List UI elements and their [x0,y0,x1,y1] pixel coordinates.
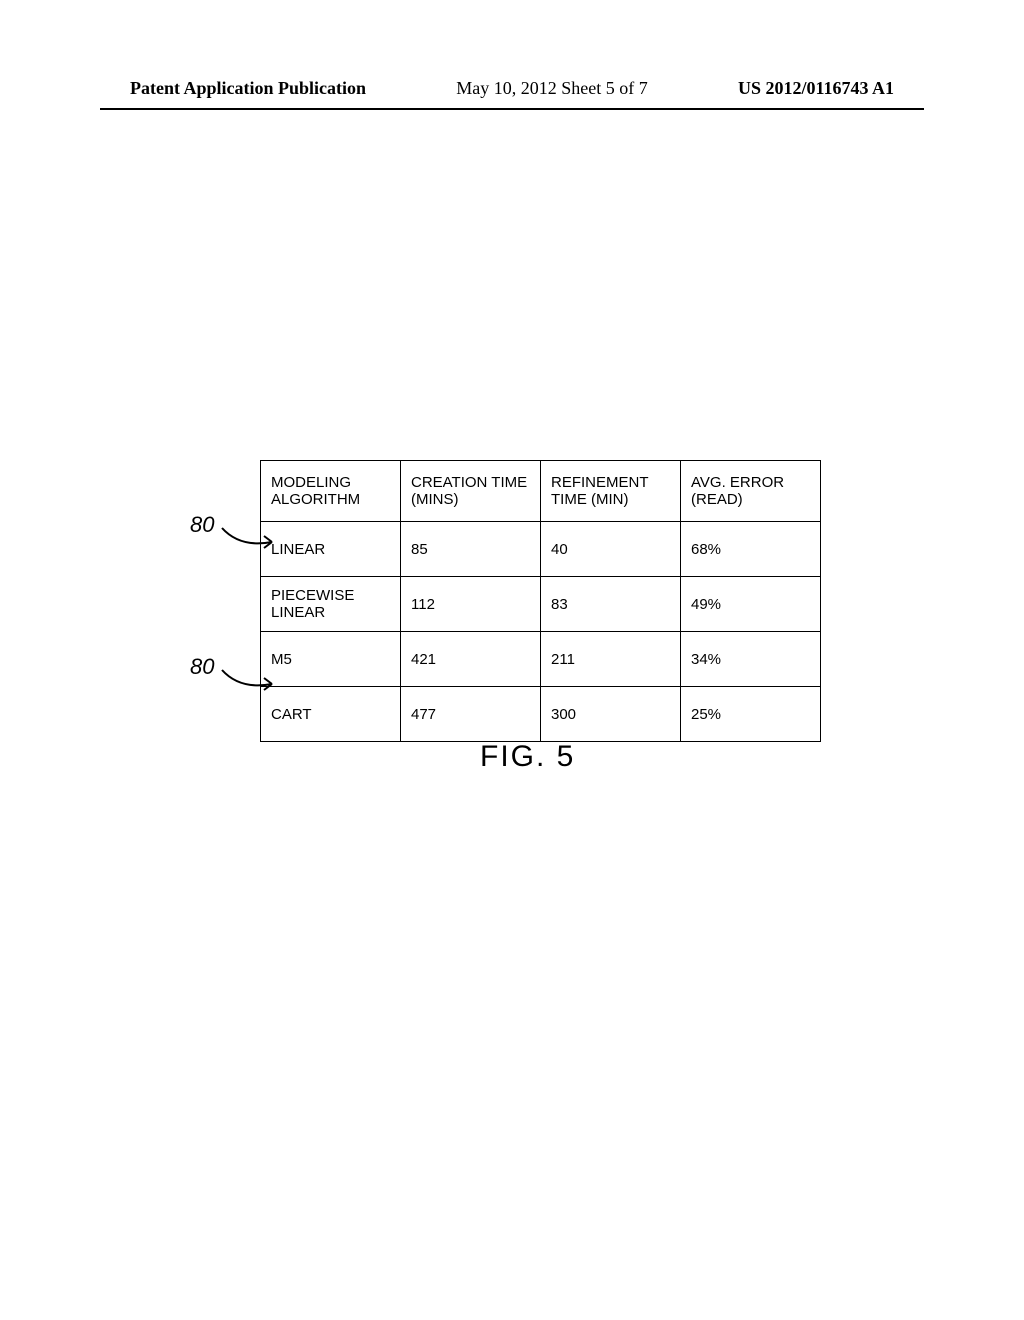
cell-avgerror: 68% [681,522,821,577]
page: Patent Application Publication May 10, 2… [0,0,1024,1320]
header-date-sheet: May 10, 2012 Sheet 5 of 7 [456,78,647,99]
cell-avgerror: 25% [681,687,821,742]
cell-creation: 477 [401,687,541,742]
cell-algorithm: PIECEWISE LINEAR [261,577,401,632]
table-header-row: MODELING ALGORITHM CREATION TIME (MINS) … [261,461,821,522]
cell-refinement: 40 [541,522,681,577]
table-row: PIECEWISE LINEAR 112 83 49% [261,577,821,632]
cell-creation: 85 [401,522,541,577]
col-header-creation: CREATION TIME (MINS) [401,461,541,522]
col-header-avgerror: AVG. ERROR (READ) [681,461,821,522]
header-publication: Patent Application Publication [130,78,366,99]
cell-algorithm: CART [261,687,401,742]
cell-algorithm: M5 [261,632,401,687]
cell-refinement: 211 [541,632,681,687]
reference-number: 80 [190,512,214,538]
page-header: Patent Application Publication May 10, 2… [0,78,1024,99]
cell-avgerror: 49% [681,577,821,632]
header-rule [100,108,924,110]
col-header-algorithm: MODELING ALGORITHM [261,461,401,522]
cell-refinement: 300 [541,687,681,742]
figure-label: FIG. 5 [480,740,575,774]
cell-avgerror: 34% [681,632,821,687]
table-row: M5 421 211 34% [261,632,821,687]
table-row: LINEAR 85 40 68% [261,522,821,577]
cell-refinement: 83 [541,577,681,632]
reference-number: 80 [190,654,214,680]
col-header-refinement: REFINEMENT TIME (MIN) [541,461,681,522]
cell-creation: 112 [401,577,541,632]
cell-creation: 421 [401,632,541,687]
header-pub-number: US 2012/0116743 A1 [738,78,894,99]
algorithm-table: MODELING ALGORITHM CREATION TIME (MINS) … [260,460,821,742]
table-row: CART 477 300 25% [261,687,821,742]
cell-algorithm: LINEAR [261,522,401,577]
